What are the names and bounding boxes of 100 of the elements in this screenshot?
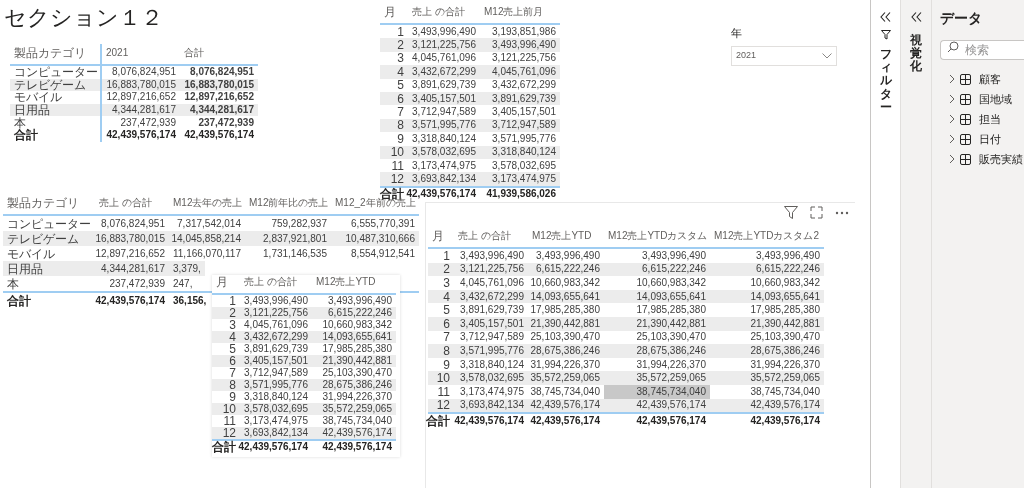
row-header: 12: [212, 427, 240, 439]
table-cell: 3,693,842,134: [240, 427, 312, 439]
table-cell-text: 3,712,947,589: [459, 330, 525, 345]
table-cell-text: 3,493,996,490: [411, 25, 477, 39]
data-pane-title: データ: [940, 9, 983, 28]
table-cell-text: 759,282,937: [270, 216, 328, 231]
row-header: 1: [442, 249, 451, 263]
chevron-down-icon: [822, 52, 832, 59]
row-header: 8: [380, 118, 408, 133]
table-cell: 35,572,259,065: [604, 371, 710, 385]
table-cell-text: 31,994,226,370: [635, 357, 707, 372]
table-cell: 16,883,780,015: [95, 231, 169, 246]
row-header: 10: [380, 145, 408, 159]
table-cell: 35,572,259,065: [312, 403, 396, 415]
table-cell: 35,572,259,065: [710, 371, 824, 385]
column-header[interactable]: 月: [380, 2, 408, 23]
table-cell: 28,675,386,246: [710, 344, 824, 358]
column-header[interactable]: M12売上YTD: [312, 275, 396, 293]
column-header[interactable]: 月: [428, 223, 454, 247]
column-header[interactable]: M12売上YTDカスタム2: [710, 223, 824, 247]
total-cell-text: 合計: [428, 414, 451, 428]
table-cell: 3,571,995,776: [454, 344, 528, 358]
column-header[interactable]: 売上 の合計: [408, 2, 480, 23]
column-header[interactable]: 製品カテゴリ: [3, 194, 95, 214]
row-header: 11: [436, 384, 451, 399]
row-header: 6: [428, 316, 454, 331]
row-header: 10: [428, 371, 454, 385]
table-cell-text: 8,076,824,951: [189, 66, 255, 79]
row-header: 11: [390, 158, 405, 173]
table-cell: 3,432,672,299: [408, 65, 480, 79]
table-cell-text: 4,045,761,096: [411, 51, 477, 66]
column-header[interactable]: M12去年の売上: [169, 194, 245, 214]
filter-icon: [784, 206, 798, 219]
table-cell-text: 247,: [172, 276, 194, 291]
table-cell: 2,837,921,801: [245, 231, 331, 246]
row-header: 2: [428, 262, 454, 277]
total-cell-text: 42,439,576,174: [240, 441, 309, 453]
table-cell-text: 10,660,983,342: [321, 319, 393, 331]
table-cell-text: 3,318,840,124: [411, 132, 477, 146]
table-cell: 3,891,629,739: [480, 91, 560, 106]
row-header: 本: [10, 116, 102, 129]
filters-pane-label[interactable]: フィルター: [879, 48, 892, 114]
row-header: 本: [6, 276, 20, 291]
table-cell-text: 3,712,947,589: [411, 105, 477, 119]
column-header[interactable]: M12前年比の売上: [245, 194, 331, 214]
visualizations-pane-label[interactable]: 視覚化: [910, 34, 922, 74]
table-cell: 6,615,222,246: [528, 262, 604, 277]
row-header: 1: [396, 25, 405, 39]
row-header: 3: [228, 319, 237, 331]
column-header[interactable]: 売上 の合計: [454, 223, 528, 247]
row-header: 2: [380, 38, 408, 52]
table-cell: 4,344,281,617: [102, 103, 180, 117]
column-header[interactable]: M12売上YTDカスタム: [604, 223, 710, 247]
column-header[interactable]: M12売上前月: [480, 2, 560, 23]
total-cell-text: 42,439,576,174: [183, 128, 255, 142]
table-cell-text: 38,745,734,040: [749, 384, 821, 399]
table-cell-text: 3,493,996,490: [535, 249, 601, 263]
table-name[interactable]: 国地域: [979, 90, 1012, 108]
table-name[interactable]: 販売実績: [979, 150, 1023, 168]
column-header[interactable]: 売上 の合計: [95, 194, 169, 214]
table-cell-text: 3,193,851,986: [491, 25, 557, 39]
table-cell-text: 3,318,840,124: [459, 357, 525, 372]
total-cell-text: 合計: [212, 441, 237, 453]
table-cell-text: 12,897,216,652: [95, 246, 166, 261]
column-header[interactable]: 2021: [102, 44, 180, 64]
row-header: 日用品: [10, 103, 102, 117]
table-cell: 4,344,281,617: [95, 261, 169, 276]
table-cell: 14,093,655,641: [604, 289, 710, 304]
column-header[interactable]: 売上 の合計: [240, 275, 312, 293]
column-header[interactable]: 月: [212, 275, 240, 293]
year-dropdown[interactable]: 2021: [731, 45, 837, 66]
more-options-icon: [835, 210, 849, 215]
table-cell-text: 3,432,672,299: [491, 78, 557, 92]
row-header: モバイル: [6, 246, 56, 261]
table-name[interactable]: 日付: [979, 130, 1001, 148]
total-cell-text: 42,439,576,174: [749, 414, 821, 428]
column-header[interactable]: M12売上YTD: [528, 223, 604, 247]
table-cell: 3,379,: [169, 261, 205, 276]
row-header: 3: [396, 51, 405, 66]
table-cell: 3,121,225,756: [240, 307, 312, 319]
total-cell-text: 41,939,586,026: [485, 187, 557, 202]
search-field[interactable]: 検索: [940, 40, 1024, 60]
table-cell-text: 3,405,157,501: [491, 105, 557, 119]
table-cell: 28,675,386,246: [604, 344, 710, 358]
table-cell-text: 3,891,629,739: [459, 303, 525, 317]
column-header[interactable]: 合計: [180, 44, 258, 64]
table-cell-text: 237,472,939: [119, 116, 177, 129]
table-name[interactable]: 担当: [979, 110, 1001, 128]
column-header[interactable]: 製品カテゴリ: [10, 44, 102, 64]
table-cell-text: 10,660,983,342: [749, 276, 821, 290]
table-cell: 21,390,442,881: [604, 316, 710, 331]
table-name[interactable]: 顧客: [979, 70, 1001, 88]
table-cell-text: 3,318,840,124: [243, 391, 309, 403]
table-cell: 3,121,225,756: [454, 262, 528, 277]
table-cell: 3,578,032,695: [454, 371, 528, 385]
table-cell: 21,390,442,881: [528, 316, 604, 331]
total-cell-text: 42,439,576,174: [105, 128, 177, 142]
table-cell-text: 6,555,770,391: [350, 216, 416, 231]
total-cell-text: 合計: [6, 293, 32, 308]
total-cell-text: 42,439,576,174: [635, 414, 707, 428]
